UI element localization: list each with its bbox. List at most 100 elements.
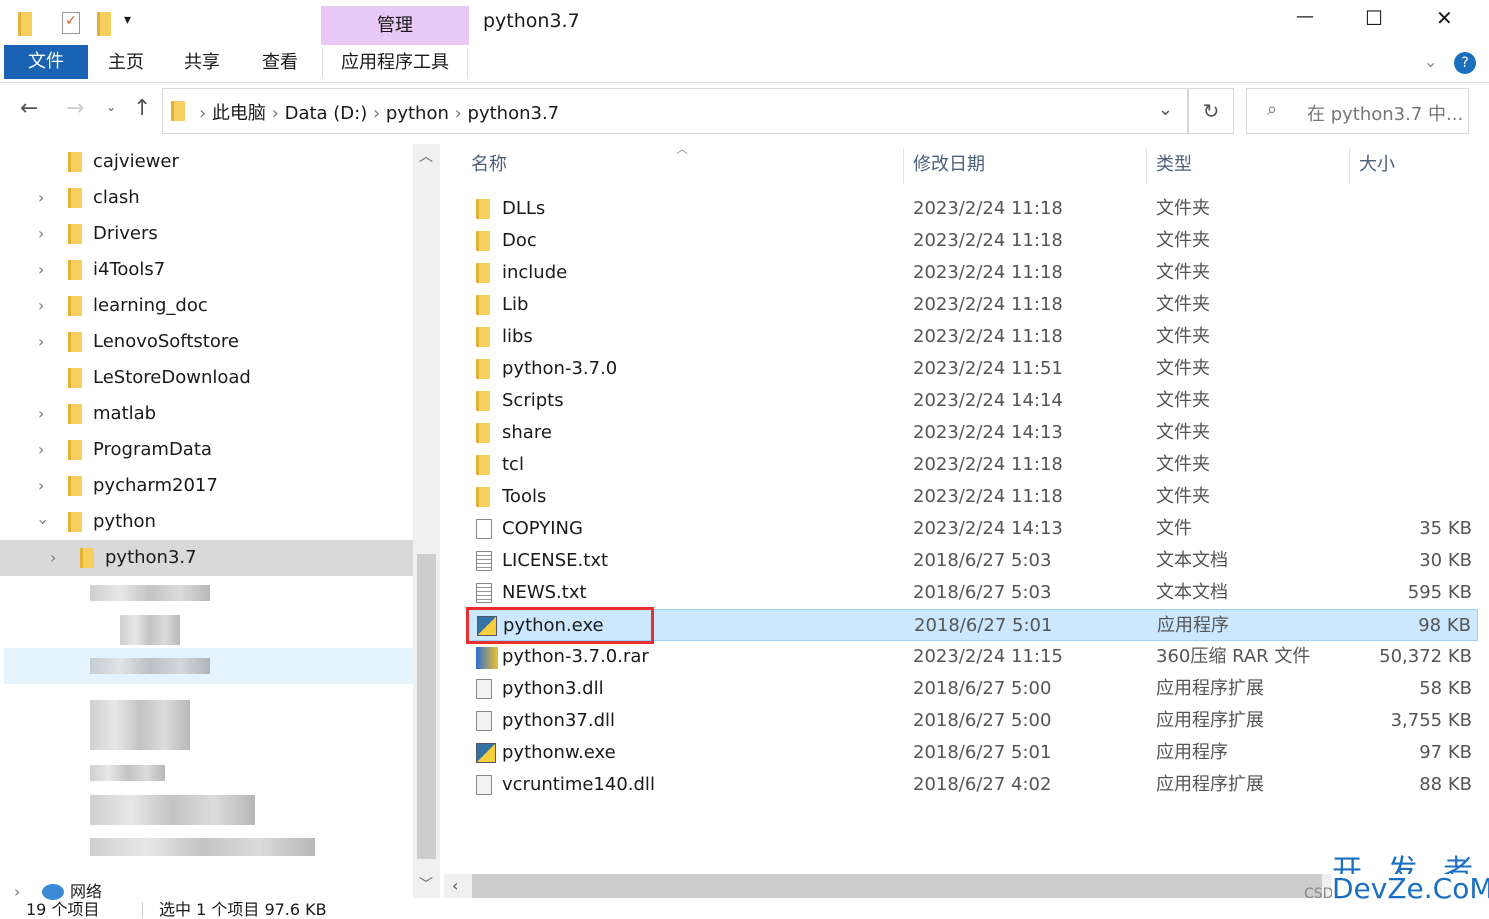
address-bar[interactable]: › 此电脑 › Data (D:) › python › python3.7 ⌄ xyxy=(162,88,1188,134)
chevron-right-icon[interactable]: › xyxy=(38,468,44,504)
chevron-right-icon[interactable]: › xyxy=(14,874,20,910)
file-row[interactable]: Tools 2023/2/24 11:18 文件夹 xyxy=(466,481,1478,513)
manage-contextual-tab[interactable]: 管理 xyxy=(321,6,469,45)
chevron-down-icon[interactable]: › xyxy=(25,519,61,525)
tree-item[interactable]: › ProgramData xyxy=(0,432,413,468)
chevron-right-icon[interactable]: › xyxy=(38,288,44,324)
file-date: 2023/2/24 14:13 xyxy=(913,422,1063,443)
tab-share[interactable]: 共享 xyxy=(172,48,232,78)
tree-item[interactable]: › python xyxy=(0,504,413,540)
file-row[interactable]: include 2023/2/24 11:18 文件夹 xyxy=(466,257,1478,289)
scrollbar-thumb[interactable] xyxy=(417,554,436,859)
file-row[interactable]: COPYING 2023/2/24 14:13 文件 35 KB xyxy=(466,513,1478,545)
chevron-right-icon[interactable]: › xyxy=(38,396,44,432)
tree-item-label: pycharm2017 xyxy=(93,475,218,496)
file-row[interactable]: NEWS.txt 2018/6/27 5:03 文本文档 595 KB xyxy=(466,577,1478,609)
tab-file[interactable]: 文件 xyxy=(4,45,88,79)
file-row[interactable]: libs 2023/2/24 11:18 文件夹 xyxy=(466,321,1478,353)
tree-item[interactable]: › LenovoSoftstore xyxy=(0,324,413,360)
column-header-size[interactable]: 大小 xyxy=(1351,148,1479,184)
chevron-right-icon[interactable]: › xyxy=(38,432,44,468)
chevron-right-icon[interactable]: › xyxy=(38,180,44,216)
blurred-item xyxy=(90,658,210,674)
refresh-button[interactable]: ↻ xyxy=(1188,88,1234,134)
crumb-this-pc[interactable]: 此电脑 xyxy=(212,103,266,124)
file-type: 应用程序扩展 xyxy=(1156,678,1264,699)
properties-icon[interactable]: ✓ xyxy=(62,12,80,34)
maximize-button[interactable]: ☐ xyxy=(1365,6,1383,30)
file-type: 应用程序扩展 xyxy=(1156,710,1264,731)
tree-item[interactable]: › pycharm2017 xyxy=(0,468,413,504)
file-row[interactable]: python3.dll 2018/6/27 5:00 应用程序扩展 58 KB xyxy=(466,673,1478,705)
crumb-python[interactable]: python xyxy=(386,103,449,124)
expand-ribbon-icon[interactable]: ⌄ xyxy=(1424,52,1437,71)
address-dropdown-icon[interactable]: ⌄ xyxy=(1158,99,1173,120)
tab-view[interactable]: 查看 xyxy=(250,48,310,78)
tab-app-tools[interactable]: 应用程序工具 xyxy=(322,48,468,78)
file-row[interactable]: tcl 2023/2/24 11:18 文件夹 xyxy=(466,449,1478,481)
file-row[interactable]: python37.dll 2018/6/27 5:00 应用程序扩展 3,755 KB xyxy=(466,705,1478,737)
up-button[interactable]: ↑ xyxy=(133,96,151,121)
minimize-button[interactable]: — xyxy=(1296,6,1314,27)
tree-item[interactable]: › matlab xyxy=(0,396,413,432)
tree-scrollbar[interactable]: ︿ ﹀ xyxy=(413,144,440,898)
file-type: 文件夹 xyxy=(1156,358,1210,379)
tree-item-python3-7[interactable]: › python3.7 xyxy=(0,540,413,576)
file-name: LICENSE.txt xyxy=(502,550,609,571)
file-name: NEWS.txt xyxy=(502,582,587,603)
help-icon[interactable]: ? xyxy=(1454,52,1476,74)
dll-file-icon xyxy=(476,711,492,731)
file-name: vcruntime140.dll xyxy=(502,774,655,795)
chevron-right-icon[interactable]: › xyxy=(38,216,44,252)
close-button[interactable]: ✕ xyxy=(1436,6,1453,30)
file-row[interactable]: DLLs 2023/2/24 11:18 文件夹 xyxy=(466,193,1478,225)
file-name: Tools xyxy=(502,486,547,507)
tree-item-label: cajviewer xyxy=(93,151,179,172)
file-row[interactable]: LICENSE.txt 2018/6/27 5:03 文本文档 30 KB xyxy=(466,545,1478,577)
tree-item[interactable]: › Drivers xyxy=(0,216,413,252)
tree-item[interactable]: cajviewer xyxy=(0,144,413,180)
tree-item-label: LenovoSoftstore xyxy=(93,331,239,352)
file-name: python3.dll xyxy=(502,678,604,699)
dll-file-icon xyxy=(476,679,492,699)
column-header-name[interactable]: 名称 xyxy=(463,148,904,184)
customize-quick-access-icon[interactable]: ▾ xyxy=(124,12,131,28)
file-row[interactable]: vcruntime140.dll 2018/6/27 4:02 应用程序扩展 88 K… xyxy=(466,769,1478,801)
file-type: 应用程序 xyxy=(1157,615,1229,636)
file-type: 文件夹 xyxy=(1156,230,1210,251)
tree-item[interactable]: › learning_doc xyxy=(0,288,413,324)
file-row[interactable]: pythonw.exe 2018/6/27 5:01 应用程序 97 KB xyxy=(466,737,1478,769)
tree-item[interactable]: › clash xyxy=(0,180,413,216)
file-date: 2023/2/24 14:14 xyxy=(913,390,1063,411)
crumb-python37[interactable]: python3.7 xyxy=(468,103,560,124)
tree-item[interactable]: › i4Tools7 xyxy=(0,252,413,288)
new-folder-icon[interactable] xyxy=(97,12,111,36)
file-type: 文件夹 xyxy=(1156,294,1210,315)
crumb-data-d[interactable]: Data (D:) xyxy=(285,103,368,124)
folder-icon xyxy=(476,231,490,251)
file-row[interactable]: Doc 2023/2/24 11:18 文件夹 xyxy=(466,225,1478,257)
window-title: python3.7 xyxy=(483,10,580,32)
search-input[interactable]: ⌕ 在 python3.7 中... xyxy=(1246,88,1469,134)
scrollbar-thumb[interactable] xyxy=(472,874,1322,898)
chevron-right-icon[interactable]: › xyxy=(38,324,44,360)
tab-home[interactable]: 主页 xyxy=(96,48,156,78)
recent-locations-icon[interactable]: ⌄ xyxy=(106,100,116,114)
file-date: 2023/2/24 11:18 xyxy=(913,454,1063,475)
file-row[interactable]: share 2023/2/24 14:13 文件夹 xyxy=(466,417,1478,449)
file-row[interactable]: Lib 2023/2/24 11:18 文件夹 xyxy=(466,289,1478,321)
column-header-type[interactable]: 类型 xyxy=(1148,148,1350,184)
forward-button[interactable]: → xyxy=(66,96,84,121)
file-row[interactable]: python-3.7.0.rar 2023/2/24 11:15 360压缩 RAR… xyxy=(466,641,1478,673)
back-button[interactable]: ← xyxy=(20,96,38,121)
file-type: 文件夹 xyxy=(1156,262,1210,283)
file-row[interactable]: Scripts 2023/2/24 14:14 文件夹 xyxy=(466,385,1478,417)
chevron-right-icon[interactable]: › xyxy=(50,540,56,576)
tree-item[interactable]: LeStoreDownload xyxy=(0,360,413,396)
watermark-csdn: CSD xyxy=(1304,886,1334,902)
search-icon: ⌕ xyxy=(1267,99,1278,120)
column-header-date[interactable]: 修改日期 xyxy=(905,148,1147,184)
file-name: python-3.7.0.rar xyxy=(502,646,649,667)
file-row[interactable]: python-3.7.0 2023/2/24 11:51 文件夹 xyxy=(466,353,1478,385)
chevron-right-icon[interactable]: › xyxy=(38,252,44,288)
